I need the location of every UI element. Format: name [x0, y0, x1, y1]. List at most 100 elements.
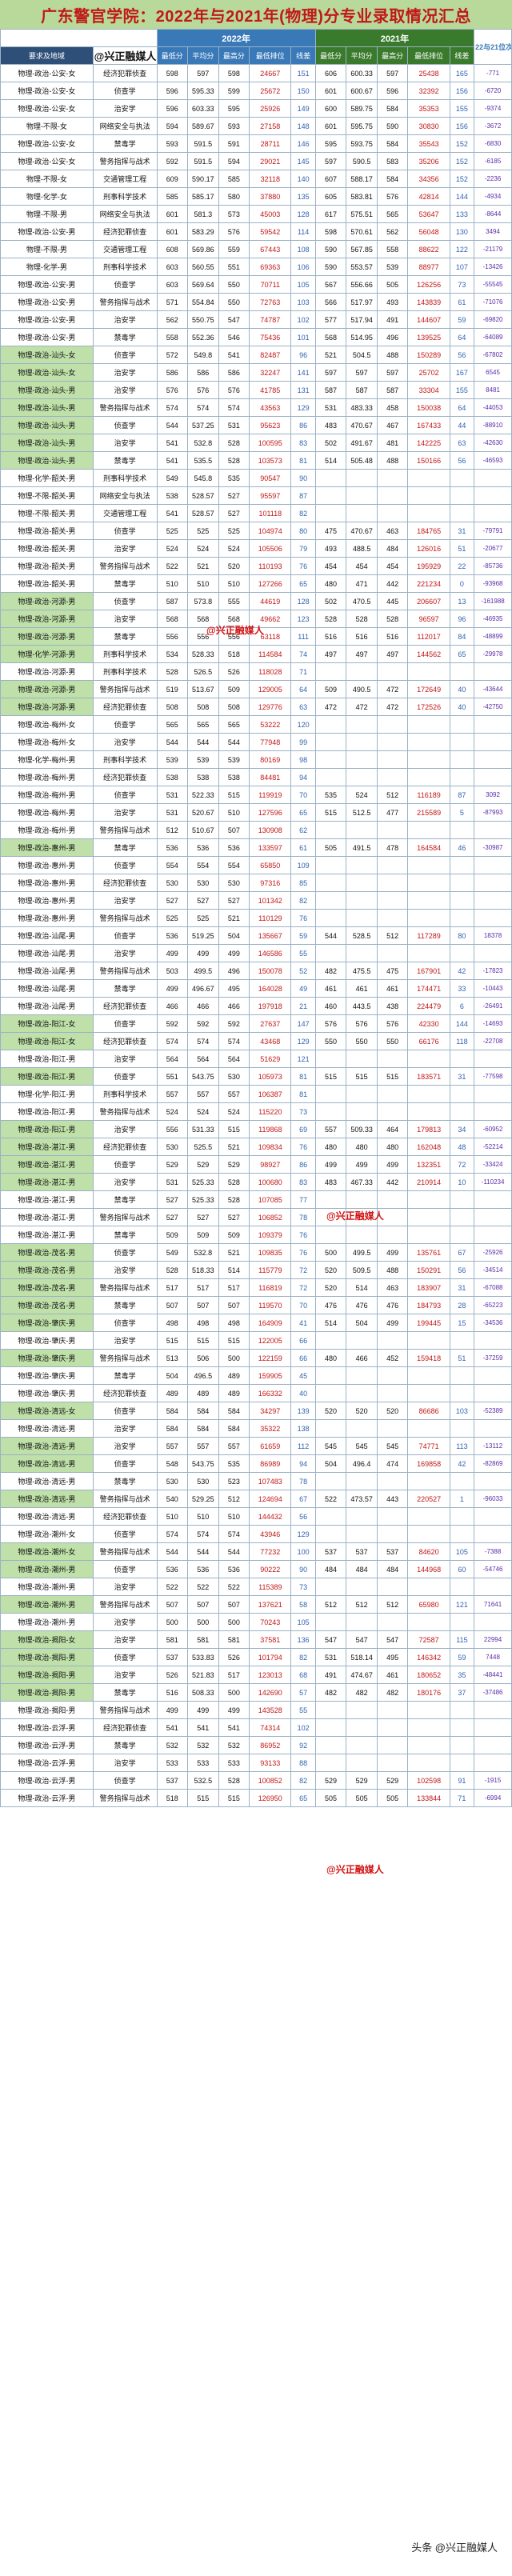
max-2022-cell: 584 — [218, 1402, 250, 1420]
min-2022-cell: 593 — [156, 134, 189, 153]
rank-2022-cell: 29021 — [249, 152, 292, 170]
table-row: 物理-政治-茂名-男 治安学 528 518.33 514 115779 72 520 509.… — [0, 1261, 512, 1279]
avg-2022-cell: 549.8 — [187, 346, 219, 364]
major-cell: 治安学 — [92, 1261, 158, 1279]
avg-2021-cell — [346, 715, 378, 734]
line-2021-cell: 46 — [449, 838, 475, 857]
rank-2021-cell — [407, 768, 450, 786]
min-2021-cell: 482 — [314, 1683, 347, 1702]
requirement-cell: 物理-不限-韶关-男 — [0, 486, 94, 505]
rank-2021-cell: 183571 — [407, 1067, 450, 1086]
avg-2022-cell: 531.33 — [187, 1120, 219, 1138]
max-2021-cell — [376, 733, 409, 751]
table-row: 物理-政治-阳江-男 侦查学 551 543.75 530 105973 81 515 515 5… — [0, 1067, 512, 1086]
major-cell: 经济犯罪侦查 — [92, 1718, 158, 1737]
rank-diff-cell: 22994 — [474, 1630, 512, 1649]
rank-diff-cell: -9374 — [474, 99, 512, 118]
rank-2021-cell — [407, 821, 450, 839]
major-cell: 治安学 — [92, 1613, 158, 1631]
rank-diff-cell: -30987 — [474, 838, 512, 857]
avg-2022-cell: 552.36 — [187, 328, 219, 346]
rank-2021-cell: 150038 — [407, 398, 450, 417]
max-2022-cell: 499 — [218, 944, 250, 962]
avg-2021-cell — [346, 504, 378, 522]
line-2022-cell: 59 — [290, 926, 316, 945]
rank-diff-cell: -1915 — [474, 1771, 512, 1790]
avg-2022-cell: 574 — [187, 398, 219, 417]
max-2021-cell — [376, 1419, 409, 1438]
rank-2021-cell: 126016 — [407, 539, 450, 558]
min-2022-cell: 565 — [156, 715, 189, 734]
line-2021-cell: 63 — [449, 434, 475, 452]
line-2022-cell: 147 — [290, 1014, 316, 1033]
rank-diff-cell: 18378 — [474, 926, 512, 945]
major-cell: 治安学 — [92, 1419, 158, 1438]
major-cell: 交通管理工程 — [92, 504, 158, 522]
line-2022-cell: 49 — [290, 979, 316, 998]
min-2022-cell: 585 — [156, 187, 189, 206]
line-2022-cell: 83 — [290, 1173, 316, 1191]
requirement-cell: 物理-政治-公安-男 — [0, 293, 94, 311]
rank-2022-cell: 37581 — [249, 1630, 292, 1649]
max-2021-cell: 562 — [376, 222, 409, 241]
rank-2021-cell: 180652 — [407, 1666, 450, 1684]
line-2021-cell — [449, 1226, 475, 1244]
max-2021-cell: 467 — [376, 416, 409, 434]
max-2022-cell: 536 — [218, 1560, 250, 1578]
max-2021-cell: 480 — [376, 1138, 409, 1156]
max-2021-cell: 461 — [376, 979, 409, 998]
table-row: 物理-政治-潮州-男 警务指挥与战术 507 507 507 137621 58 512 512… — [0, 1595, 512, 1614]
line-2022-cell: 65 — [290, 803, 316, 822]
max-2022-cell: 585 — [218, 170, 250, 188]
line-2021-cell — [449, 486, 475, 505]
requirement-cell: 物理-政治-湛江-男 — [0, 1155, 94, 1174]
rank-diff-cell: -6720 — [474, 82, 512, 100]
rank-2022-cell: 45003 — [249, 205, 292, 223]
table-row: 物理-政治-韶关-男 禁毒学 510 510 510 127266 65 480 471 442 2… — [0, 574, 512, 593]
rank-2022-cell: 70711 — [249, 275, 292, 294]
avg-2022-cell: 592 — [187, 1014, 219, 1033]
requirement-cell: 物理-化学-韶关-男 — [0, 469, 94, 487]
min-2021-cell: 597 — [314, 152, 347, 170]
rank-2021-cell: 116189 — [407, 786, 450, 804]
rank-2022-cell: 90222 — [249, 1560, 292, 1578]
rank-2022-cell: 37880 — [249, 187, 292, 206]
rank-diff-cell: -25926 — [474, 1243, 512, 1262]
requirement-cell: 物理-政治-阳江-男 — [0, 1050, 94, 1068]
major-cell: 治安学 — [92, 803, 158, 822]
min-2022-cell: 592 — [156, 1014, 189, 1033]
min-2022-cell: 466 — [156, 997, 189, 1015]
avg-2022-cell: 466 — [187, 997, 219, 1015]
rank-2021-cell: 72587 — [407, 1630, 450, 1649]
major-cell: 治安学 — [92, 381, 158, 399]
line-2021-cell: 56 — [449, 451, 475, 470]
min-2021-cell: 476 — [314, 1296, 347, 1314]
rank-2022-cell: 97316 — [249, 874, 292, 892]
major-cell: 侦查学 — [92, 275, 158, 294]
rank-diff-cell — [474, 909, 512, 927]
avg-2022-cell: 585.17 — [187, 187, 219, 206]
table-row: 物理-政治-公安-女 警务指挥与战术 592 591.5 594 29021 145 597 5… — [0, 152, 512, 170]
requirement-cell: 物理-政治-公安-女 — [0, 152, 94, 170]
line-2022-cell: 140 — [290, 170, 316, 188]
rank-2022-cell: 110129 — [249, 909, 292, 927]
line-2021-cell — [449, 768, 475, 786]
requirement-cell: 物理-政治-河源-男 — [0, 610, 94, 628]
avg-2022-cell: 569.86 — [187, 240, 219, 258]
line-2022-cell: 76 — [290, 1243, 316, 1262]
rank-diff-cell: 8481 — [474, 381, 512, 399]
major-cell: 禁毒学 — [92, 328, 158, 346]
table-row: 物理-政治-韶关-男 治安学 524 524 524 105506 79 493 488.5 48… — [0, 539, 512, 558]
rank-2021-cell: 224479 — [407, 997, 450, 1015]
major-cell: 禁毒学 — [92, 134, 158, 153]
max-2022-cell: 520 — [218, 557, 250, 575]
line-2022-cell: 145 — [290, 152, 316, 170]
line-2021-cell: 167 — [449, 363, 475, 382]
requirement-cell: 物理-政治-阳江-女 — [0, 1032, 94, 1050]
avg-2022-cell: 533.83 — [187, 1648, 219, 1666]
avg-2021-cell: 514 — [346, 1278, 378, 1297]
table-row: 物理-政治-肇庆-男 警务指挥与战术 513 506 500 122159 66 480 466… — [0, 1349, 512, 1367]
avg-2021-cell: 505.48 — [346, 451, 378, 470]
table-row: 物理-政治-肇庆-男 侦查学 498 498 498 164909 41 514 504 499 1… — [0, 1314, 512, 1332]
table-row: 物理-政治-云浮-男 警务指挥与战术 518 515 515 126950 65 505 505… — [0, 1789, 512, 1807]
